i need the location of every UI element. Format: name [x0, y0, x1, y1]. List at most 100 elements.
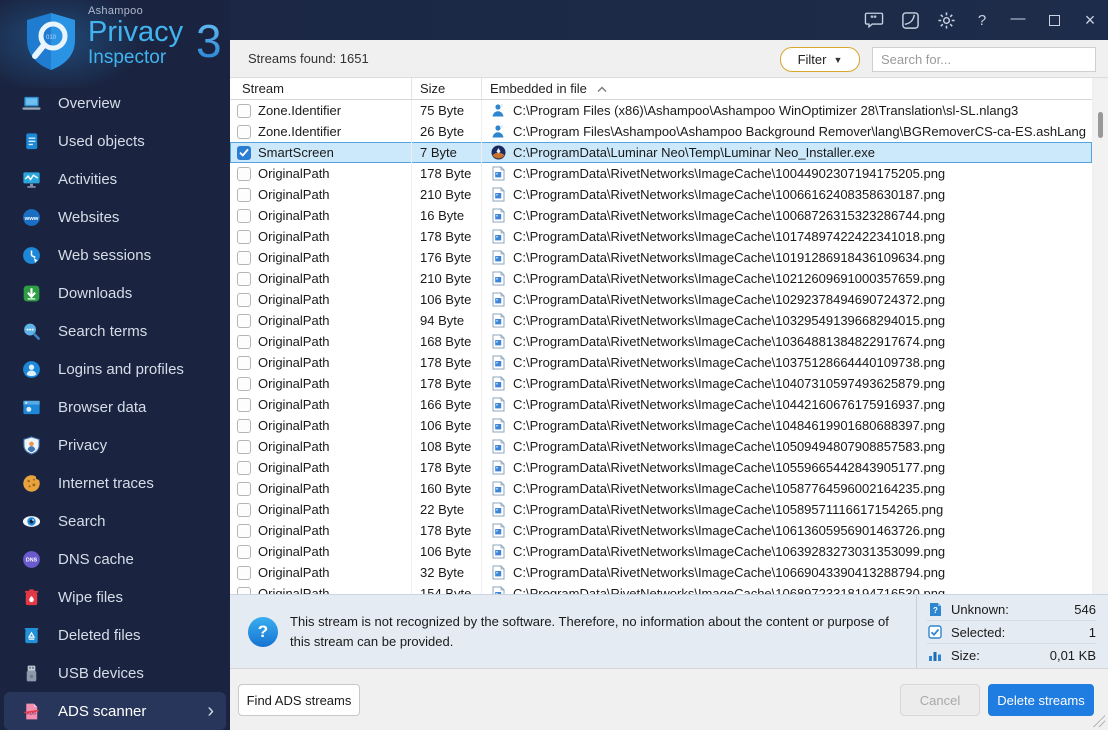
sidebar-item-wipe-files[interactable]: Wipe files — [0, 578, 230, 616]
table-row[interactable]: OriginalPath 178 Byte C:\ProgramData\Rivet… — [230, 373, 1092, 394]
table-row[interactable]: OriginalPath 176 Byte C:\ProgramData\Rivet… — [230, 247, 1092, 268]
table-row[interactable]: OriginalPath 22 Byte C:\ProgramData\RivetN… — [230, 499, 1092, 520]
image-file-icon — [490, 187, 506, 203]
filter-button[interactable]: Filter ▼ — [780, 47, 860, 72]
sidebar-item-deleted-files[interactable]: Deleted files — [0, 616, 230, 654]
search-input[interactable] — [872, 47, 1096, 72]
row-checkbox[interactable] — [237, 439, 251, 454]
theme-icon[interactable] — [892, 0, 928, 40]
feedback-icon[interactable]: ** — [856, 0, 892, 40]
row-checkbox[interactable] — [237, 187, 251, 202]
resize-grip[interactable] — [1093, 715, 1105, 727]
image-file-icon — [490, 208, 506, 224]
row-checkbox[interactable] — [237, 250, 251, 265]
stream-name: OriginalPath — [258, 418, 330, 433]
table-row[interactable]: OriginalPath 108 Byte C:\ProgramData\Rivet… — [230, 436, 1092, 457]
sidebar-item-privacy[interactable]: Privacy — [0, 426, 230, 464]
close-icon[interactable]: × — [1072, 0, 1108, 40]
row-checkbox[interactable] — [237, 460, 251, 475]
column-header-size[interactable]: Size — [412, 78, 482, 99]
sidebar-item-logins-and-profiles[interactable]: Logins and profiles — [0, 350, 230, 388]
sidebar-item-websites[interactable]: www Websites — [0, 198, 230, 236]
sidebar-item-dns-cache[interactable]: DNS DNS cache — [0, 540, 230, 578]
cancel-button[interactable]: Cancel — [900, 684, 980, 716]
table-row[interactable]: OriginalPath 178 Byte C:\ProgramData\Rivet… — [230, 163, 1092, 184]
maximize-icon[interactable] — [1036, 0, 1072, 40]
file-path: C:\ProgramData\Luminar Neo\Temp\Luminar … — [513, 145, 876, 160]
sidebar-item-web-sessions[interactable]: Web sessions — [0, 236, 230, 274]
table-row[interactable]: OriginalPath 178 Byte C:\ProgramData\Rivet… — [230, 520, 1092, 541]
table-row[interactable]: OriginalPath 106 Byte C:\ProgramData\Rivet… — [230, 415, 1092, 436]
sidebar-item-usb-devices[interactable]: USB devices — [0, 654, 230, 692]
row-checkbox[interactable] — [237, 355, 251, 370]
minimize-icon[interactable]: — — [1000, 0, 1036, 39]
table-row[interactable]: OriginalPath 160 Byte C:\ProgramData\Rivet… — [230, 478, 1092, 499]
table-row[interactable]: OriginalPath 168 Byte C:\ProgramData\Rivet… — [230, 331, 1092, 352]
stream-cell: OriginalPath — [230, 268, 412, 289]
sidebar-item-ads-scanner[interactable]: ADS ADS scanner › — [4, 692, 226, 730]
row-checkbox[interactable] — [237, 565, 251, 580]
help-icon[interactable]: ? — [964, 0, 1000, 40]
file-cell: C:\ProgramData\RivetNetworks\ImageCache\… — [482, 268, 1092, 289]
stream-name: OriginalPath — [258, 376, 330, 391]
usb-stick-icon — [20, 662, 42, 684]
row-checkbox[interactable] — [237, 544, 251, 559]
row-checkbox[interactable] — [237, 145, 251, 160]
sidebar-item-activities[interactable]: Activities — [0, 160, 230, 198]
row-checkbox[interactable] — [237, 376, 251, 391]
row-checkbox[interactable] — [237, 523, 251, 538]
table-row[interactable]: OriginalPath 210 Byte C:\ProgramData\Rivet… — [230, 184, 1092, 205]
clock-icon — [20, 244, 42, 266]
row-checkbox[interactable] — [237, 313, 251, 328]
vertical-scrollbar[interactable] — [1093, 80, 1108, 635]
table-row[interactable]: OriginalPath 106 Byte C:\ProgramData\Rivet… — [230, 541, 1092, 562]
laptop-icon — [20, 92, 42, 114]
stream-cell: OriginalPath — [230, 310, 412, 331]
stream-name: OriginalPath — [258, 355, 330, 370]
stream-cell: Zone.Identifier — [230, 100, 412, 121]
find-ads-streams-button[interactable]: Find ADS streams — [238, 684, 360, 716]
table-row[interactable]: OriginalPath 16 Byte C:\ProgramData\RivetN… — [230, 205, 1092, 226]
table-row[interactable]: OriginalPath 106 Byte C:\ProgramData\Rivet… — [230, 289, 1092, 310]
row-checkbox[interactable] — [237, 208, 251, 223]
row-checkbox[interactable] — [237, 271, 251, 286]
row-checkbox[interactable] — [237, 229, 251, 244]
info-panel: ? This stream is not recognized by the s… — [230, 594, 1108, 669]
column-header-stream[interactable]: Stream — [230, 78, 412, 99]
sidebar-item-used-objects[interactable]: Used objects — [0, 122, 230, 160]
table-row[interactable]: OriginalPath 210 Byte C:\ProgramData\Rivet… — [230, 268, 1092, 289]
table-row[interactable]: OriginalPath 178 Byte C:\ProgramData\Rivet… — [230, 457, 1092, 478]
table-row[interactable]: Zone.Identifier 75 Byte C:\Program Files (… — [230, 100, 1092, 121]
delete-streams-button[interactable]: Delete streams — [988, 684, 1094, 716]
column-header-embedded[interactable]: Embedded in file — [482, 78, 1092, 99]
user-file-icon — [490, 124, 506, 140]
row-checkbox[interactable] — [237, 292, 251, 307]
sidebar-item-browser-data[interactable]: Browser data — [0, 388, 230, 426]
table-row[interactable]: Zone.Identifier 26 Byte C:\Program Files\A… — [230, 121, 1092, 142]
sidebar-item-downloads[interactable]: Downloads — [0, 274, 230, 312]
table-row[interactable]: OriginalPath 32 Byte C:\ProgramData\RivetN… — [230, 562, 1092, 583]
sidebar-item-internet-traces[interactable]: Internet traces — [0, 464, 230, 502]
sidebar-item-search[interactable]: Search — [0, 502, 230, 540]
table-row[interactable]: OriginalPath 94 Byte C:\ProgramData\RivetN… — [230, 310, 1092, 331]
settings-gear-icon[interactable] — [928, 0, 964, 40]
sidebar-item-overview[interactable]: Overview — [0, 84, 230, 122]
row-checkbox[interactable] — [237, 334, 251, 349]
row-checkbox[interactable] — [237, 103, 251, 118]
sidebar-item-search-terms[interactable]: Search terms — [0, 312, 230, 350]
table-row[interactable]: OriginalPath 166 Byte C:\ProgramData\Rivet… — [230, 394, 1092, 415]
row-checkbox[interactable] — [237, 124, 251, 139]
scrollbar-thumb[interactable] — [1098, 112, 1103, 138]
stream-name: OriginalPath — [258, 229, 330, 244]
table-row[interactable]: OriginalPath 178 Byte C:\ProgramData\Rivet… — [230, 352, 1092, 373]
row-checkbox[interactable] — [237, 418, 251, 433]
stream-cell: OriginalPath — [230, 541, 412, 562]
table-row[interactable]: OriginalPath 178 Byte C:\ProgramData\Rivet… — [230, 226, 1092, 247]
row-checkbox[interactable] — [237, 397, 251, 412]
table-row[interactable]: SmartScreen 7 Byte C:\ProgramData\Luminar … — [230, 142, 1092, 163]
row-checkbox[interactable] — [237, 502, 251, 517]
row-checkbox[interactable] — [237, 166, 251, 181]
row-checkbox[interactable] — [237, 481, 251, 496]
size-cell: 106 Byte — [412, 289, 482, 310]
image-file-icon — [490, 481, 506, 497]
